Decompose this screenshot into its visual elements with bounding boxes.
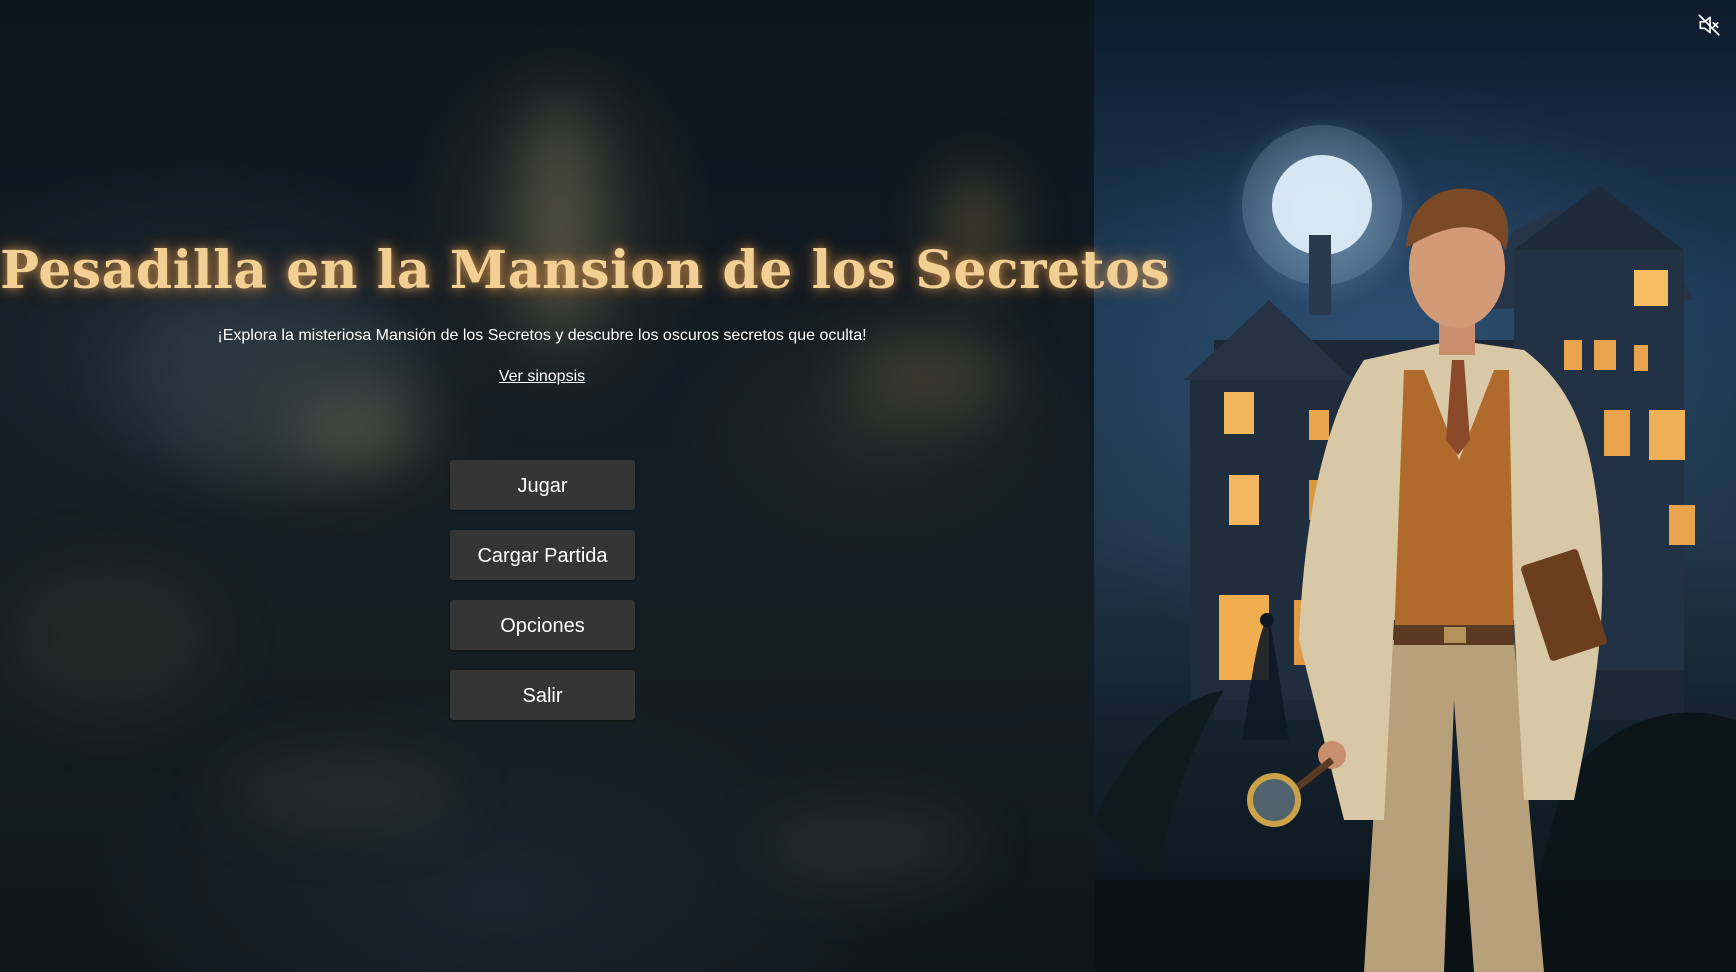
- mute-toggle-button[interactable]: [1696, 12, 1722, 38]
- artwork-illustration: [1094, 125, 1736, 972]
- main-menu: Jugar Cargar Partida Opciones Salir: [450, 460, 635, 740]
- game-tagline: ¡Explora la misteriosa Mansión de los Se…: [217, 327, 867, 344]
- view-synopsis-link[interactable]: Ver sinopsis: [499, 368, 585, 385]
- options-button[interactable]: Opciones: [450, 600, 635, 650]
- main-menu-screen: Pesadilla en la Mansion de los Secretos …: [0, 0, 1736, 972]
- exit-button[interactable]: Salir: [450, 670, 635, 720]
- speaker-muted-icon: [1698, 14, 1720, 36]
- synopsis-link-container: Ver sinopsis: [0, 368, 1084, 386]
- game-title: Pesadilla en la Mansion de los Secretos: [0, 240, 1171, 301]
- detective-mansion-artwork: [1094, 0, 1736, 972]
- play-button[interactable]: Jugar: [450, 460, 635, 510]
- load-game-button[interactable]: Cargar Partida: [450, 530, 635, 580]
- magnifying-glass: [1247, 773, 1301, 827]
